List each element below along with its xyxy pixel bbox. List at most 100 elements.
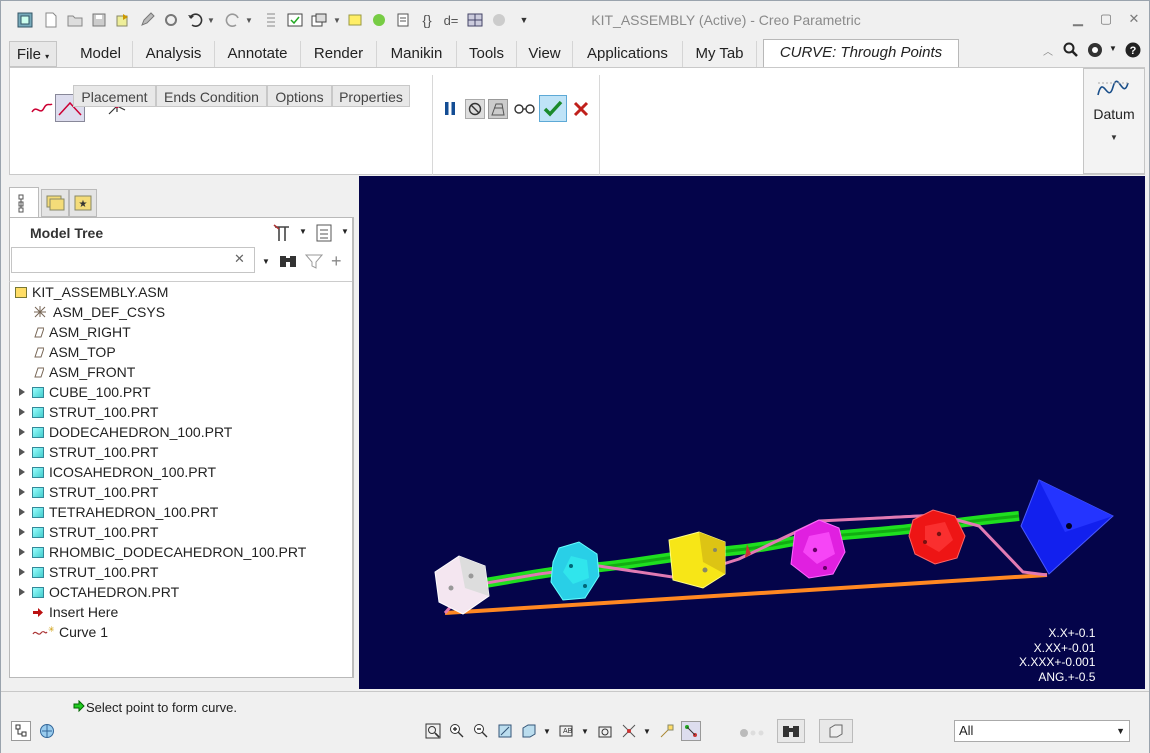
tree-item[interactable]: STRUT_100.PRT [15,562,158,582]
add-column-icon[interactable]: + [331,252,342,270]
tree-item[interactable]: ASM_FRONT [15,362,135,382]
display-style-icon[interactable] [519,721,539,741]
expand-triangle-icon[interactable] [19,468,25,476]
tree-item[interactable]: Insert Here [15,602,118,622]
tab-properties[interactable]: Properties [332,85,410,107]
expand-triangle-icon[interactable] [19,428,25,436]
tab-curve-through-points[interactable]: CURVE: Through Points [763,39,959,67]
tab-annotate[interactable]: Annotate [215,41,301,67]
clear-search-icon[interactable]: ✕ [234,251,245,267]
perspective-icon[interactable] [619,721,639,741]
repaint-icon[interactable] [495,721,515,741]
tree-item[interactable]: CUBE_100.PRT [15,382,151,402]
datum-group-button[interactable]: Datum ▼ [1083,68,1145,174]
minimize-ribbon-icon[interactable]: ︿ [1043,43,1057,58]
tab-view[interactable]: View [517,41,573,67]
show-list-dropdown-icon[interactable]: ▼ [341,227,349,236]
toggle-browser-icon[interactable] [37,721,57,741]
tab-placement[interactable]: Placement [73,85,156,107]
creo-community-icon[interactable] [1087,42,1105,61]
tab-favorites[interactable]: ★ [69,189,97,217]
help-icon[interactable]: ? [1125,42,1141,61]
apply-ok-button[interactable] [539,95,567,122]
community-dropdown-icon[interactable]: ▼ [1109,44,1117,53]
view-manager-icon[interactable] [595,721,615,741]
tab-render[interactable]: Render [301,41,377,67]
expand-triangle-icon[interactable] [19,568,25,576]
tab-applications[interactable]: Applications [573,41,683,67]
tree-item[interactable]: DODECAHEDRON_100.PRT [15,422,232,442]
verify-glasses-icon[interactable] [513,99,537,119]
status-message: Select point to form curve. [86,700,238,715]
graphics-viewport[interactable]: X.X+-0.1 X.XX+-0.01 X.XXX+-0.001 ANG.+-0… [359,176,1145,689]
selection-filter-select[interactable]: All ▼ [954,720,1130,742]
tree-item[interactable]: ICOSAHEDRON_100.PRT [15,462,216,482]
display-style-dropdown-icon[interactable]: ▼ [543,727,551,736]
tree-item[interactable]: ASM_RIGHT [15,322,131,342]
progress-indicator-icon [739,726,767,741]
tree-settings-icon[interactable] [271,223,293,246]
spline-curve-icon[interactable] [29,94,55,120]
close-icon[interactable]: ✕ [1123,11,1145,29]
expand-triangle-icon[interactable] [19,528,25,536]
no-preview-icon[interactable] [465,99,485,119]
tab-analysis[interactable]: Analysis [133,41,215,67]
tree-item[interactable]: OCTAHEDRON.PRT [15,582,179,602]
pause-icon[interactable] [441,99,459,119]
expand-triangle-icon[interactable] [19,488,25,496]
expand-triangle-icon[interactable] [19,388,25,396]
expand-triangle-icon[interactable] [19,448,25,456]
find-binoculars-icon[interactable] [279,253,297,272]
expand-triangle-icon[interactable] [19,588,25,596]
spin-center-icon[interactable] [681,721,701,741]
tree-item[interactable]: STRUT_100.PRT [15,442,158,462]
tab-tools[interactable]: Tools [457,41,517,67]
filter-icon[interactable] [304,253,324,272]
preview-icon[interactable] [488,99,508,119]
assembly-model-svg [434,479,1114,615]
tetrahedron-part [1020,479,1114,575]
datum-curve-icon [1096,75,1130,106]
tree-item[interactable]: STRUT_100.PRT [15,402,158,422]
perspective-dropdown-icon[interactable]: ▼ [643,727,651,736]
tree-item[interactable]: TETRAHEDRON_100.PRT [15,502,218,522]
tab-ends-condition[interactable]: Ends Condition [156,85,267,107]
tab-file[interactable]: File ▾ [9,41,57,67]
maximize-icon[interactable]: ▢ [1095,11,1117,29]
tree-search-input[interactable] [11,247,255,273]
tree-item[interactable]: ✳ Curve 1 [15,622,108,642]
expand-triangle-icon[interactable] [19,408,25,416]
refit-icon[interactable] [423,721,443,741]
minimize-icon[interactable]: ▁ [1067,11,1089,29]
toggle-navigator-icon[interactable] [11,721,31,741]
tab-folder-browser[interactable] [41,189,69,217]
tree-settings-dropdown-icon[interactable]: ▼ [299,227,307,236]
find-button[interactable] [777,719,805,743]
search-options-dropdown-icon[interactable]: ▼ [262,257,270,266]
tree-item[interactable]: STRUT_100.PRT [15,522,158,542]
tree-item[interactable]: ASM_TOP [15,342,116,362]
saved-views-icon[interactable]: AB [557,721,577,741]
tab-model-tree[interactable] [9,187,39,217]
saved-views-dropdown-icon[interactable]: ▼ [581,727,589,736]
tree-item[interactable]: ASM_DEF_CSYS [15,302,165,322]
svg-text:AB: AB [563,728,573,735]
zoom-out-icon[interactable] [471,721,491,741]
cancel-icon[interactable] [571,99,591,119]
show-list-icon[interactable] [315,223,333,246]
tree-item[interactable]: STRUT_100.PRT [15,482,158,502]
tab-model[interactable]: Model [69,41,133,67]
tree-item[interactable]: RHOMBIC_DODECAHEDRON_100.PRT [15,542,306,562]
datum-display-filter-icon[interactable] [657,721,677,741]
search-icon[interactable] [1063,42,1079,61]
part-icon [32,547,44,558]
tolerance-angle: ANG.+-0.5 [1038,669,1096,684]
zoom-in-icon[interactable] [447,721,467,741]
expand-triangle-icon[interactable] [19,548,25,556]
tab-options[interactable]: Options [267,85,332,107]
selection-mode-button[interactable] [819,719,853,743]
tab-my-tab[interactable]: My Tab [683,41,757,67]
tree-root[interactable]: KIT_ASSEMBLY.ASM [15,282,168,302]
tab-manikin[interactable]: Manikin [377,41,457,67]
expand-triangle-icon[interactable] [19,508,25,516]
